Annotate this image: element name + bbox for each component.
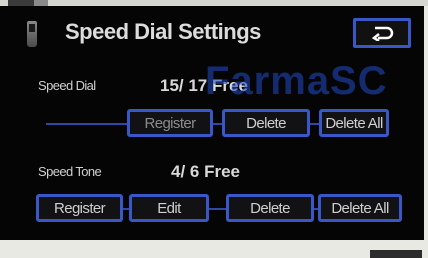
return-arrow-icon (371, 26, 394, 41)
speed-dial-delete-all-button[interactable]: Delete All (319, 109, 389, 137)
speed-dial-label: Speed Dial (38, 78, 96, 93)
speed-tone-count: 4/ 6 Free (171, 162, 240, 181)
speed-tone-edit-button[interactable]: Edit (129, 194, 209, 222)
speed-tone-register-button[interactable]: Register (36, 194, 123, 222)
watermark-text: FarmaSC (205, 59, 388, 103)
speed-dial-settings-screen: Speed Dial Settings Speed Dial 15/ 17 Fr… (0, 6, 424, 240)
speed-tone-delete-all-button[interactable]: Delete All (318, 194, 402, 222)
speed-dial-delete-button[interactable]: Delete (222, 109, 310, 137)
page-title: Speed Dial Settings (65, 19, 261, 44)
phone-icon (27, 21, 37, 47)
back-button[interactable] (353, 18, 411, 48)
speed-tone-label: Speed Tone (38, 164, 102, 179)
speed-tone-delete-button[interactable]: Delete (226, 194, 314, 222)
bottom-reference-tag (370, 250, 422, 258)
speed-dial-register-button[interactable]: Register (127, 109, 213, 137)
